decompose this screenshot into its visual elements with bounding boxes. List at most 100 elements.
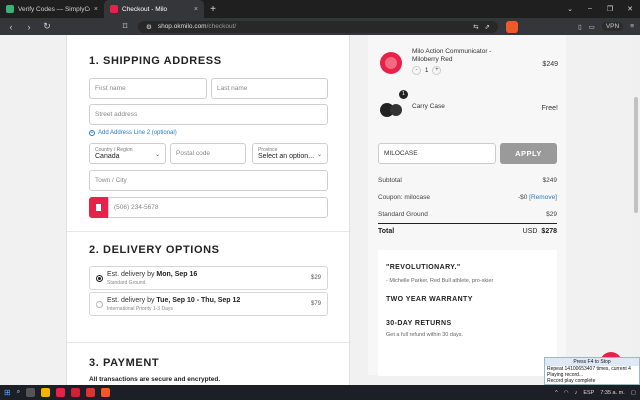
close-tab-icon[interactable]: × [194,6,198,13]
decrease-qty-button[interactable]: - [412,66,421,75]
delivery-date: Mon, Sep 16 [156,271,198,278]
total-value: $278 [541,228,557,235]
coupon-amount: -$0 [517,194,528,201]
testimonial-box: "REVOLUTIONARY." - Michelle Parker, Red … [378,250,557,376]
url-field[interactable]: ⚙ shop.okmilo.com/checkout/ ⇆ ⇗ [138,20,498,33]
site-info-icon[interactable]: ⚙ [146,23,152,31]
file-explorer-icon[interactable] [41,388,51,397]
coupon-row: Coupon: milocase -$0 [Remove] [378,194,557,201]
brave-icon[interactable] [101,388,111,397]
cart-item-price: $249 [542,61,558,68]
quantity-stepper: - 1 + [412,66,442,75]
delivery-date: Tue, Sep 10 - Thu, Sep 12 [156,297,241,304]
vpn-button[interactable]: VPN [601,22,624,31]
clock[interactable]: 7:35 a. m. [600,390,624,396]
delivery-method: International Priority 1-3 Days [107,306,173,312]
postal-code-field[interactable]: Postal code [170,143,246,164]
windows-start-icon[interactable]: ⊞ [4,388,11,397]
shipping-address-title: 1. SHIPPING ADDRESS [89,55,222,67]
app-icon[interactable] [71,388,81,397]
city-field[interactable]: Town / City [89,170,328,191]
delivery-price: $29 [310,275,321,281]
payment-secure-note: All transactions are secure and encrypte… [89,376,221,383]
cart-item-price: Free! [541,105,558,112]
shipping-value: $29 [546,211,557,218]
country-select[interactable]: Country / Region Canada ⌄ [89,143,166,164]
notification-icon[interactable]: ▢ [631,390,636,396]
item-count-badge: 1 [399,90,408,99]
reload-icon[interactable]: ↻ [42,21,52,32]
subtotal-label: Subtotal [378,177,402,184]
close-window-icon[interactable]: ✕ [620,5,640,13]
total-row: Total USD $278 [378,228,557,235]
delivery-option-standard[interactable]: Est. delivery by Mon, Sep 16 Standard Gr… [89,266,328,290]
add-address-line2-label: Add Address Line 2 (optional) [98,130,177,136]
delivery-estimate: Est. delivery by Tue, Sep 10 - Thu, Sep … [107,297,240,304]
apply-coupon-button[interactable]: APPLY [500,143,557,164]
coupon-label: Coupon: milocase [378,194,431,201]
system-tray: ^ ◠ ♪ ESP 7:35 a. m. ▢ [555,390,636,396]
sidebar-icon[interactable]: ▯ [578,23,582,31]
coupon-input[interactable]: MILOCASE [378,143,496,164]
phone-field[interactable]: (506) 234-5678 [108,197,328,218]
translate-icon[interactable]: ⇆ [473,23,478,31]
tab-simplycodes[interactable]: Verify Codes — SimplyCodes × [0,0,104,18]
macro-header: Press F4 to Stop [545,358,639,366]
forward-icon[interactable]: › [24,22,34,32]
quantity-value: 1 [425,67,429,74]
maximize-icon[interactable]: ❐ [600,5,620,13]
windows-taskbar: ⊞ ⌕ ^ ◠ ♪ ESP 7:35 a. m. ▢ [0,385,640,400]
plus-circle-icon: + [89,130,95,136]
checkout-form-column: 1. SHIPPING ADDRESS First name Last name… [66,35,351,385]
radio-selected[interactable] [96,275,103,282]
wallet-icon[interactable]: ▭ [589,23,595,31]
back-icon[interactable]: ‹ [6,22,16,32]
new-tab-icon[interactable]: + [204,4,222,15]
country-value: Canada [95,153,120,160]
shipping-row: Standard Ground $29 [378,211,557,218]
remove-coupon-link[interactable]: [Remove] [529,194,557,201]
tab-checkout[interactable]: Checkout - Milo × [104,0,204,18]
page-scrollbar[interactable] [632,35,640,385]
volume-icon[interactable]: ♪ [575,390,578,396]
street-address-field[interactable]: Street address [89,104,328,125]
app-icon[interactable] [86,388,96,397]
add-address-line2-link[interactable]: + Add Address Line 2 (optional) [89,130,177,136]
radio-unselected[interactable] [96,301,103,308]
brave-shields-icon[interactable] [506,20,518,33]
delivery-option-priority[interactable]: Est. delivery by Tue, Sep 10 - Thu, Sep … [89,292,328,316]
bookmark-icon[interactable]: ⌑ [120,21,130,32]
order-summary: Milo Action Communicator - Miloberry Red… [368,35,566,376]
minimize-icon[interactable]: – [580,5,600,13]
province-select[interactable]: Province Select an option... ⌄ [252,143,328,164]
macro-status-line: Record play complete [547,378,596,384]
first-name-field[interactable]: First name [89,78,207,99]
delivery-estimate: Est. delivery by Mon, Sep 16 [107,271,197,278]
payment-title: 3. PAYMENT [89,357,160,369]
chevron-down-icon: ⌄ [154,152,160,158]
task-view-icon[interactable] [26,388,36,397]
network-icon[interactable]: ◠ [564,390,569,396]
search-icon[interactable]: ⌕ [17,389,20,396]
scrollbar-thumb[interactable] [634,97,638,213]
tray-arrow-icon[interactable]: ^ [555,390,558,396]
tab-title: Checkout - Milo [122,5,168,13]
menu-icon[interactable]: ≡ [630,23,634,30]
section-divider [67,342,351,343]
url-path: /checkout/ [206,23,237,30]
close-tab-icon[interactable]: × [94,6,98,13]
delivery-estimate-prefix: Est. delivery by [107,271,157,278]
tab-search-icon[interactable]: ⌄ [560,5,580,13]
last-name-field[interactable]: Last name [211,78,328,99]
brave-icon[interactable] [56,388,66,397]
total-currency: USD [522,228,538,235]
country-flag-icon[interactable] [89,197,108,218]
warranty-heading: TWO YEAR WARRANTY [386,296,473,303]
testimonial-quote: "REVOLUTIONARY." [386,264,461,271]
testimonial-author: - Michelle Parker, Red Bull athlete, pro… [386,278,494,284]
language-indicator[interactable]: ESP [583,390,594,396]
increase-qty-button[interactable]: + [432,66,442,75]
share-icon[interactable]: ⇗ [485,23,490,31]
macro-recorder-panel: Press F4 to Stop Repeat 14100653407 time… [544,357,640,385]
window-controls: ⌄ – ❐ ✕ [560,5,640,13]
